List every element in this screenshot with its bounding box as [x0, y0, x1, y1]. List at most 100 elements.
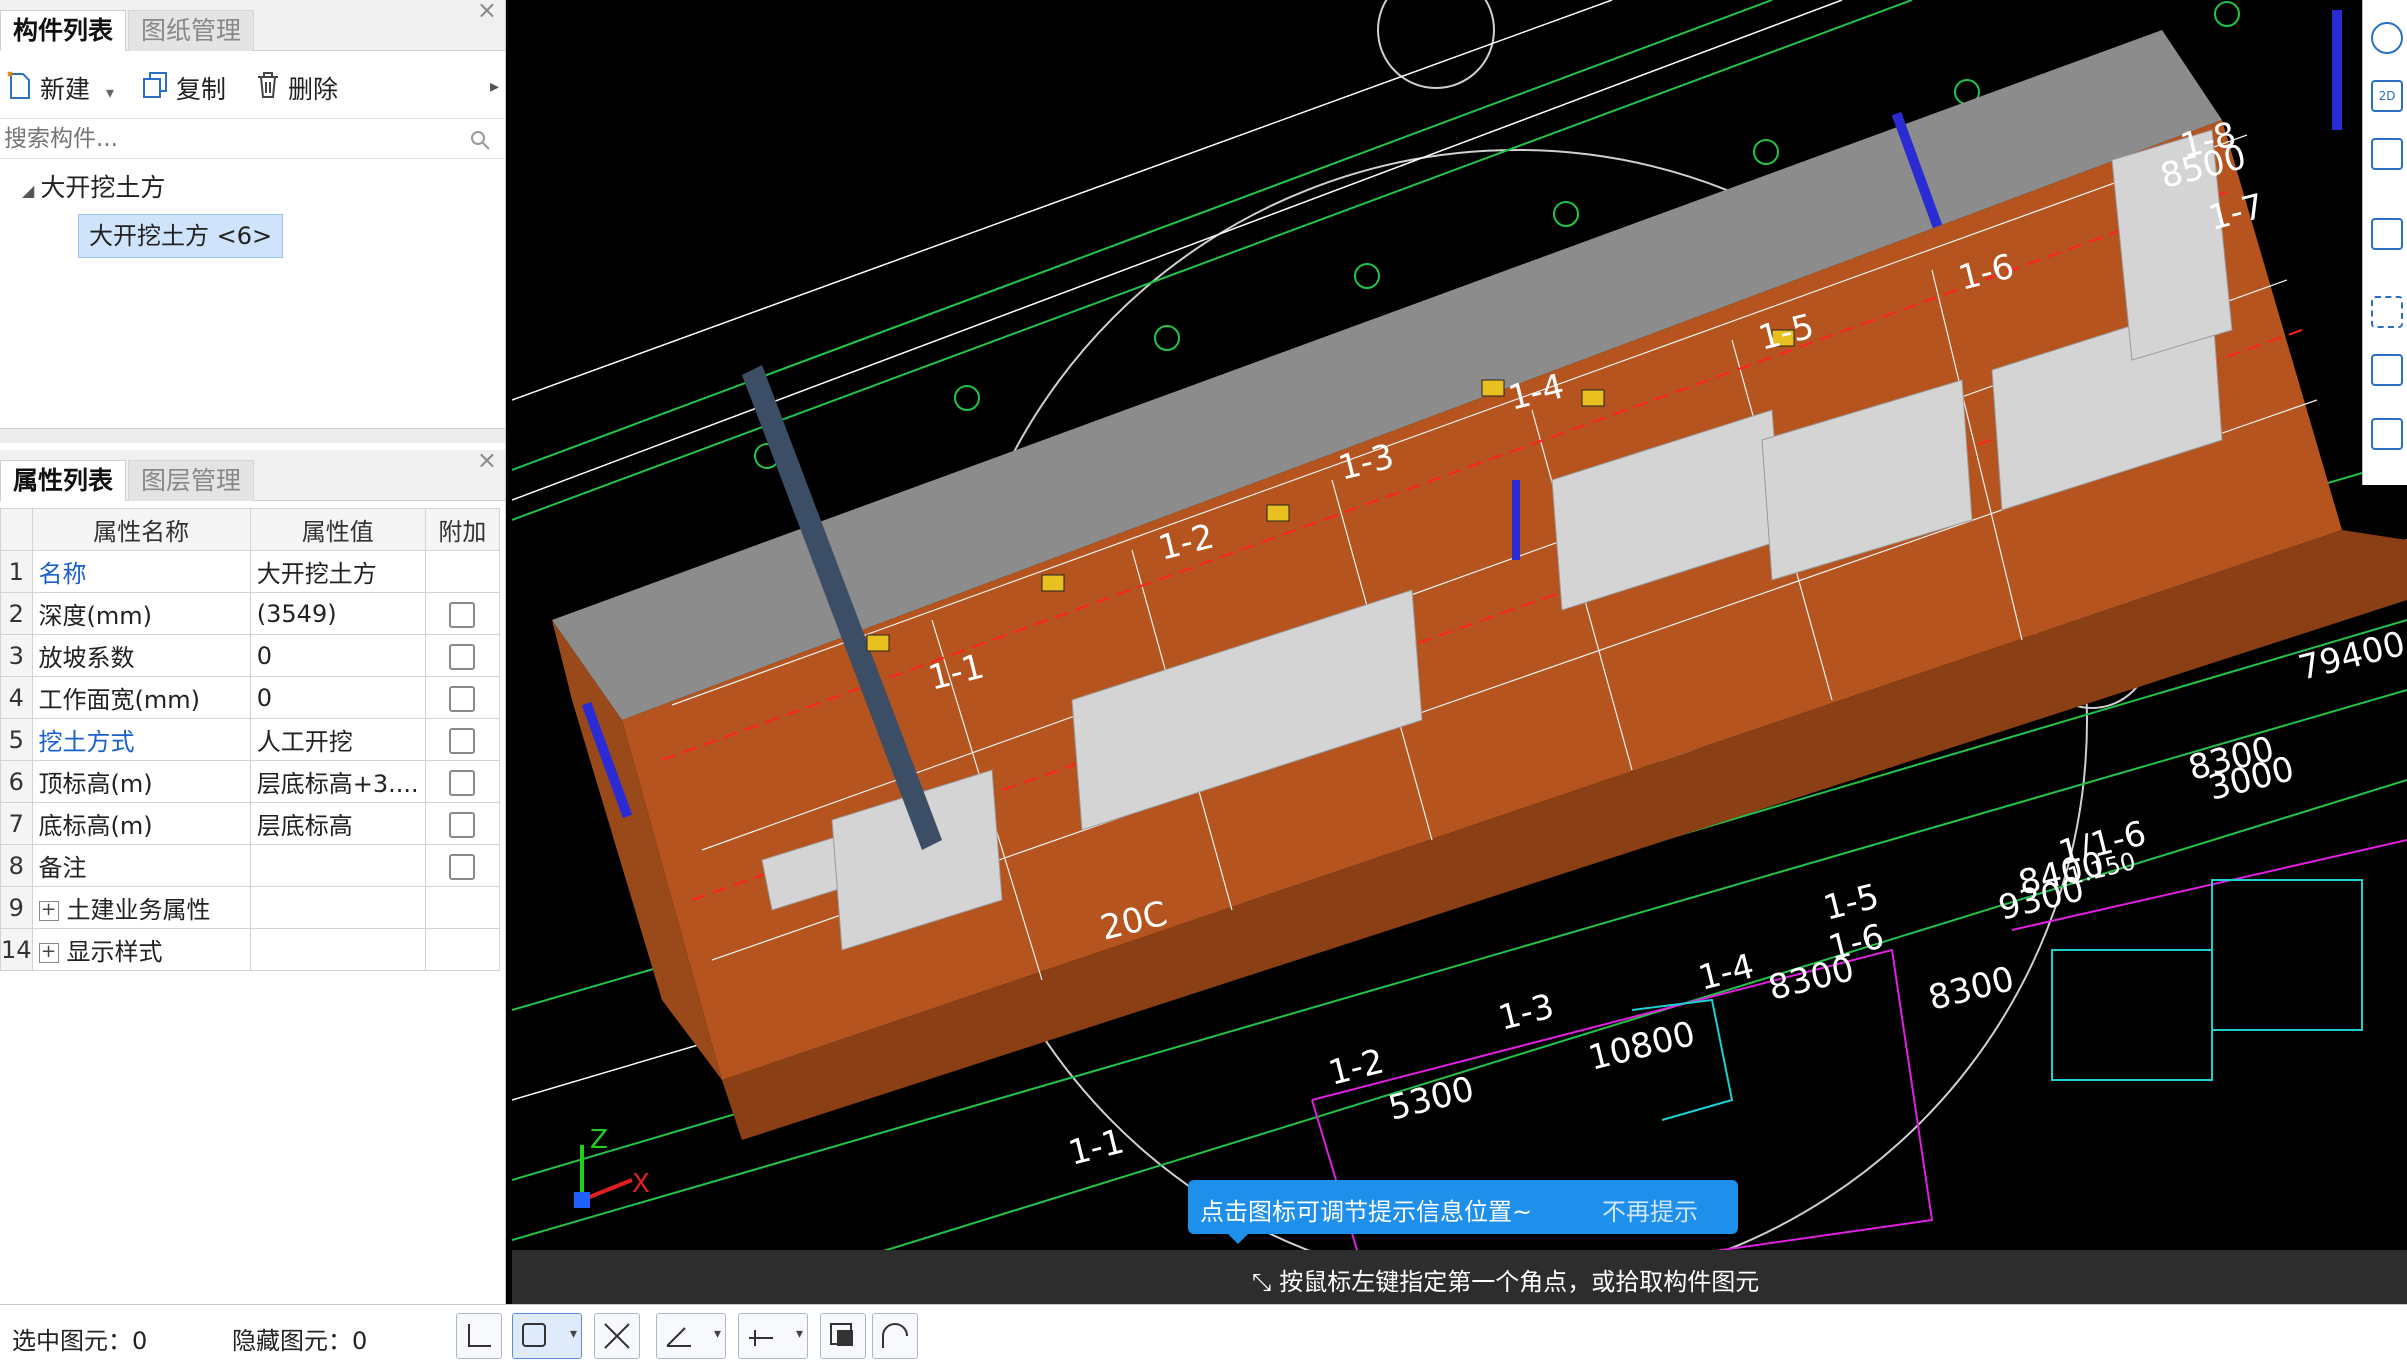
- row-index: 5: [0, 718, 33, 761]
- extra-checkbox[interactable]: [449, 853, 476, 880]
- property-value[interactable]: [249, 844, 426, 887]
- property-name: 放坡系数: [38, 644, 135, 672]
- tab-property-list[interactable]: 属性列表: [0, 460, 127, 501]
- new-file-icon: [6, 70, 34, 112]
- offset-button[interactable]: ▾: [738, 1313, 808, 1359]
- search-bar: [0, 120, 505, 159]
- extra-checkbox[interactable]: [449, 643, 476, 670]
- extra-cell: [424, 886, 501, 929]
- snap-box-button[interactable]: ▾: [512, 1313, 582, 1359]
- tree-group[interactable]: ◢ 大开挖土方: [22, 168, 165, 204]
- orbit-view-icon[interactable]: [2371, 22, 2403, 54]
- selected-count: 0: [132, 1327, 148, 1355]
- property-name: 底标高(m): [38, 812, 153, 840]
- dimension-label: 8300: [1925, 959, 2019, 1019]
- arc-button[interactable]: [872, 1313, 918, 1359]
- tip-message[interactable]: 点击图标可调节提示信息位置~: [1200, 1192, 1532, 1227]
- more-icon[interactable]: ▸: [490, 76, 499, 97]
- close-icon[interactable]: ×: [477, 446, 497, 474]
- property-value[interactable]: 层底标高+3....: [249, 760, 426, 803]
- dimension-label: 79400: [2295, 624, 2407, 689]
- property-value[interactable]: [249, 928, 426, 971]
- cad-scene[interactable]: 85001-81-71-61-51-41-31-21-1840083008300…: [512, 0, 2407, 1304]
- table-row[interactable]: 2 深度(mm) (3549): [0, 592, 501, 635]
- table-row[interactable]: 7 底标高(m) 层底标高: [0, 802, 501, 845]
- table-row[interactable]: 5 挖土方式 人工开挖: [0, 718, 501, 761]
- property-name[interactable]: 名称: [39, 560, 87, 588]
- row-index: 3: [0, 634, 33, 677]
- property-value[interactable]: 层底标高: [249, 802, 426, 845]
- right-view-toolbar: 2D: [2362, 0, 2407, 485]
- region-select-icon[interactable]: [2371, 296, 2403, 328]
- ortho-icon: [468, 1324, 491, 1347]
- property-value[interactable]: (3549): [249, 592, 426, 635]
- table-row[interactable]: 4 工作面宽(mm) 0: [0, 676, 501, 719]
- row-index: 4: [0, 676, 33, 719]
- close-icon[interactable]: ×: [477, 0, 497, 24]
- search-icon[interactable]: [469, 128, 491, 158]
- table-header-row: 属性名称 属性值 附加: [0, 508, 501, 551]
- property-name-cell: + 显示样式: [31, 928, 251, 971]
- trash-icon: [254, 70, 282, 112]
- isometric-icon[interactable]: [2371, 354, 2403, 386]
- chevron-down-icon[interactable]: ▾: [106, 83, 114, 102]
- dimension-label: 10800: [1585, 1014, 1700, 1079]
- ortho-toggle-button[interactable]: [456, 1313, 502, 1359]
- axis-z-label: Z: [590, 1125, 608, 1155]
- tree-item-selected[interactable]: 大开挖土方 <6>: [78, 214, 284, 258]
- command-hint-text: 按鼠标左键指定第一个角点，或拾取构件图元: [1279, 1268, 1760, 1296]
- extra-cell: [424, 844, 501, 887]
- selected-count-label: 选中图元：0: [12, 1321, 147, 1356]
- table-row[interactable]: 8 备注: [0, 844, 501, 887]
- cross-snap-button[interactable]: [594, 1313, 640, 1359]
- tab-drawing-management[interactable]: 图纸管理: [128, 10, 255, 51]
- 3d-box-icon[interactable]: [2371, 138, 2403, 170]
- search-input[interactable]: [2, 122, 456, 156]
- copy-button[interactable]: 复制: [140, 70, 226, 110]
- display-button[interactable]: [820, 1313, 866, 1359]
- tab-layer-management[interactable]: 图层管理: [128, 460, 255, 501]
- column-header-index: [0, 508, 33, 551]
- properties-icon[interactable]: [2371, 418, 2403, 450]
- arc-icon: [882, 1323, 908, 1348]
- property-value[interactable]: 0: [249, 676, 426, 719]
- extra-checkbox[interactable]: [449, 727, 476, 754]
- chevron-down-icon[interactable]: ▾: [570, 1326, 577, 1342]
- angle-button[interactable]: ▾: [656, 1313, 726, 1359]
- property-name-cell: 顶标高(m): [31, 760, 251, 803]
- panel-splitter[interactable]: [0, 428, 505, 443]
- extra-checkbox[interactable]: [449, 811, 476, 838]
- property-name: 土建业务属性: [66, 896, 211, 924]
- property-value[interactable]: 0: [249, 634, 426, 677]
- property-name: 工作面宽(mm): [38, 686, 201, 714]
- property-value[interactable]: 人工开挖: [249, 718, 426, 761]
- extra-checkbox[interactable]: [449, 685, 476, 712]
- property-value[interactable]: [249, 886, 426, 929]
- extra-checkbox[interactable]: [449, 769, 476, 796]
- 2d-view-icon[interactable]: 2D: [2371, 80, 2403, 112]
- table-row[interactable]: 9 + 土建业务属性: [0, 886, 501, 929]
- expand-icon[interactable]: +: [38, 943, 59, 963]
- chevron-down-icon[interactable]: ▾: [714, 1326, 721, 1342]
- delete-button[interactable]: 删除: [254, 70, 338, 110]
- tab-component-list[interactable]: 构件列表: [0, 10, 127, 51]
- pick-cursor-icon: ⤡: [1252, 1268, 1272, 1296]
- table-row[interactable]: 14 + 显示样式: [0, 928, 501, 971]
- dismiss-tip-link[interactable]: 不再提示: [1602, 1192, 1698, 1227]
- new-button[interactable]: 新建 ▾: [6, 70, 114, 110]
- table-row[interactable]: 6 顶标高(m) 层底标高+3....: [0, 760, 501, 803]
- property-name[interactable]: 挖土方式: [39, 728, 135, 756]
- chevron-down-icon[interactable]: ▾: [796, 1326, 803, 1342]
- collapse-icon[interactable]: ◢: [22, 181, 34, 200]
- 3d-viewport[interactable]: 8500 1-8 1-7 1-6 1-5 1-4 1-3 1-2 1-1 8400 8300 8300…: [512, 0, 2407, 1304]
- component-tabbar: 构件列表 图纸管理 ×: [0, 0, 505, 51]
- extra-checkbox[interactable]: [449, 601, 476, 628]
- table-row[interactable]: 3 放坡系数 0: [0, 634, 501, 677]
- property-value[interactable]: 大开挖土方: [249, 550, 426, 593]
- left-panel: 构件列表 图纸管理 × 新建 ▾ 复制 删除 ▸ ◢大开挖土方 大开: [0, 0, 506, 1304]
- expand-icon[interactable]: +: [38, 901, 59, 921]
- table-row[interactable]: 1 名称 大开挖土方: [0, 550, 501, 593]
- property-name-cell: + 土建业务属性: [31, 886, 251, 929]
- extra-cell: [424, 802, 501, 845]
- cube-view-icon[interactable]: [2371, 218, 2403, 250]
